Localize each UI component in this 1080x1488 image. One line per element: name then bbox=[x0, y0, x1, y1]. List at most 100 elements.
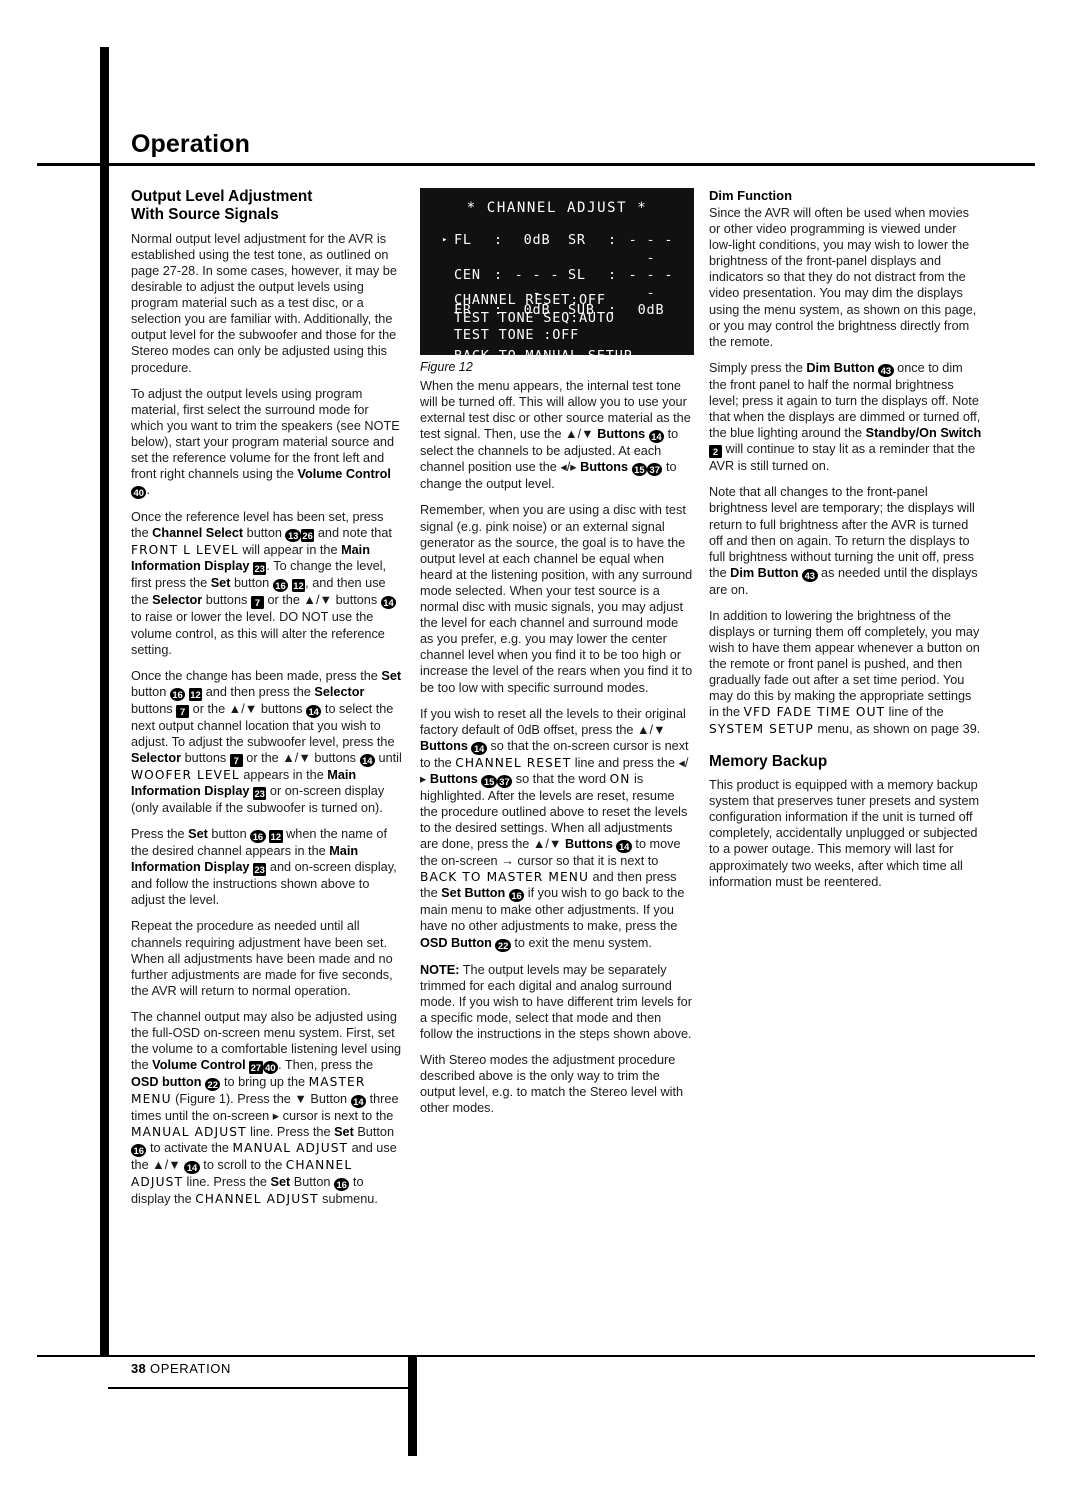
control-name-selector: Selector bbox=[131, 750, 182, 765]
osd-option-label: CHANNEL RESET bbox=[454, 292, 571, 308]
section-heading-output-level: Output Level Adjustment With Source Sign… bbox=[131, 188, 404, 225]
osd-option-row[interactable]: TEST TONE SEQ:AUTO bbox=[454, 310, 615, 328]
badge-22: 22 bbox=[205, 1078, 221, 1092]
osd-term-channel-adjust: CHANNEL ADJUST bbox=[195, 1192, 319, 1207]
osd-cursor-icon: ▸ bbox=[442, 235, 448, 245]
badge-15: 15 bbox=[631, 463, 648, 477]
paragraph-text: Normal output level adjustment for the A… bbox=[131, 231, 397, 375]
control-name-buttons: Buttons bbox=[580, 460, 629, 475]
paragraph: Since the AVR will often be used when mo… bbox=[709, 205, 982, 350]
footer-top-rule bbox=[37, 1355, 1035, 1357]
paragraph-text: Repeat the procedure as needed until all… bbox=[131, 919, 393, 998]
paragraph-text: button bbox=[131, 684, 170, 699]
osd-option-value: OFF bbox=[552, 327, 580, 343]
section-heading-dim-function: Dim Function bbox=[709, 188, 793, 203]
badge-16: 16 bbox=[272, 579, 289, 593]
osd-right-label: SR bbox=[568, 232, 586, 248]
osd-cursor-column: ▸ bbox=[442, 232, 447, 285]
osd-row[interactable]: FL : 0dB SR : - - - - bbox=[454, 232, 682, 267]
paragraph-text: buttons bbox=[131, 701, 177, 716]
paragraph-text: to raise or lower the level. DO NOT use … bbox=[131, 610, 385, 657]
paragraph-text: submenu. bbox=[318, 1192, 378, 1207]
paragraph-text: to scroll to the bbox=[199, 1158, 286, 1173]
osd-left-sep: : bbox=[494, 232, 503, 248]
control-name-dim-button: Dim Button bbox=[806, 360, 875, 375]
badge-22: 22 bbox=[495, 938, 511, 952]
left-text-column: Output Level Adjustment With Source Sign… bbox=[131, 188, 404, 1207]
osd-term-woofer-level: WOOFER LEVEL bbox=[131, 767, 240, 782]
control-name-volume-control: Volume Control bbox=[152, 1058, 246, 1073]
footer-page-number: 38 bbox=[131, 1361, 147, 1376]
osd-title: * CHANNEL ADJUST * bbox=[466, 200, 648, 216]
paragraph: When the menu appears, the internal test… bbox=[420, 378, 693, 492]
paragraph-text: and note that bbox=[314, 526, 392, 541]
paragraph-text: button bbox=[243, 526, 286, 541]
figure-caption: Figure 12 bbox=[420, 360, 473, 374]
osd-option-value: AUTO bbox=[579, 309, 615, 326]
paragraph-text: menu, as shown on page 39. bbox=[813, 721, 981, 736]
badge-14: 14 bbox=[359, 753, 375, 767]
right-text-column: Dim Function Since the AVR will often be… bbox=[709, 188, 982, 890]
paragraph-text: appears in the bbox=[239, 767, 328, 782]
paragraph: Once the change has been made, press the… bbox=[131, 668, 404, 816]
heading-line-1: Output Level Adjustment bbox=[131, 188, 313, 205]
paragraph: This product is equipped with a memory b… bbox=[709, 777, 982, 890]
paragraph-text: line. Press the bbox=[183, 1175, 271, 1190]
badge-14: 14 bbox=[616, 840, 632, 854]
badge-23: 23 bbox=[252, 562, 267, 576]
badge-16: 16 bbox=[333, 1178, 350, 1192]
footer-bottom-rule bbox=[108, 1387, 413, 1389]
badge-15: 15 bbox=[481, 774, 497, 788]
badge-16: 16 bbox=[508, 889, 525, 903]
paragraph: Repeat the procedure as needed until all… bbox=[131, 918, 404, 998]
paragraph-text: . Then, press the bbox=[278, 1058, 374, 1073]
paragraph-text: buttons bbox=[202, 593, 251, 608]
heading-line-2: With Source Signals bbox=[131, 206, 279, 224]
osd-term-system-setup: SYSTEM SETUP bbox=[709, 721, 814, 736]
paragraph-text: Press the bbox=[131, 827, 189, 842]
control-name-buttons: Buttons bbox=[565, 837, 613, 852]
paragraph-text: Simply press the bbox=[709, 360, 807, 375]
badge-37: 37 bbox=[647, 463, 663, 477]
paragraph-text: will continue to stay lit as a reminder … bbox=[709, 442, 976, 474]
badge-12: 12 bbox=[291, 579, 306, 593]
control-name-standby-on-switch: Standby/On Switch bbox=[865, 426, 982, 441]
badge-37: 37 bbox=[496, 774, 513, 788]
paragraph-text: to activate the bbox=[146, 1141, 233, 1156]
note-label: NOTE: bbox=[420, 962, 460, 977]
paragraph: Normal output level adjustment for the A… bbox=[131, 231, 404, 376]
middle-text-column: When the menu appears, the internal test… bbox=[420, 378, 693, 1116]
osd-back-to-manual-setup[interactable]: BACK TO MANUAL SETUP bbox=[454, 348, 633, 355]
control-name-set: Set bbox=[381, 668, 402, 683]
osd-term-back-to-master-menu: BACK TO MASTER MENU bbox=[420, 870, 590, 885]
paragraph-text: or the ▲/▼ buttons bbox=[189, 701, 306, 716]
osd-option-row[interactable]: CHANNEL RESET:OFF bbox=[454, 292, 615, 310]
control-name-osd-button: OSD button bbox=[131, 1075, 202, 1090]
paragraph-text: and then press the bbox=[202, 684, 315, 699]
paragraph-text: to exit the menu system. bbox=[510, 935, 652, 950]
paragraph-text: buttons bbox=[181, 750, 230, 765]
paragraph-text: With Stereo modes the adjustment procedu… bbox=[420, 1053, 684, 1116]
badge-27: 27 bbox=[249, 1061, 263, 1075]
paragraph-text: or the ▲/▼ buttons bbox=[242, 750, 360, 765]
control-name-set: Set bbox=[210, 576, 231, 591]
control-name-volume-control: Volume Control bbox=[297, 467, 391, 482]
paragraph-text: button bbox=[207, 827, 251, 842]
badge-16: 16 bbox=[250, 830, 266, 844]
paragraph-note: NOTE: The output levels may be separatel… bbox=[420, 962, 693, 1042]
badge-7: 7 bbox=[250, 596, 264, 610]
badge-7: 7 bbox=[176, 704, 190, 718]
badge-14: 14 bbox=[380, 596, 397, 610]
paragraph-text: Button bbox=[353, 1125, 395, 1140]
badge-14: 14 bbox=[305, 704, 322, 718]
paragraph-text: This product is equipped with a memory b… bbox=[709, 778, 980, 889]
osd-options-list: CHANNEL RESET:OFF TEST TONE SEQ:AUTO TES… bbox=[454, 292, 615, 345]
badge-14: 14 bbox=[471, 741, 487, 755]
badge-26: 26 bbox=[300, 529, 315, 543]
control-name-set: Set bbox=[270, 1175, 291, 1190]
badge-14: 14 bbox=[648, 430, 665, 444]
control-name-dim-button: Dim Button bbox=[730, 565, 799, 580]
control-name-set: Set bbox=[188, 827, 208, 842]
osd-option-row[interactable]: TEST TONE :OFF bbox=[454, 327, 615, 345]
badge-12: 12 bbox=[188, 687, 203, 701]
